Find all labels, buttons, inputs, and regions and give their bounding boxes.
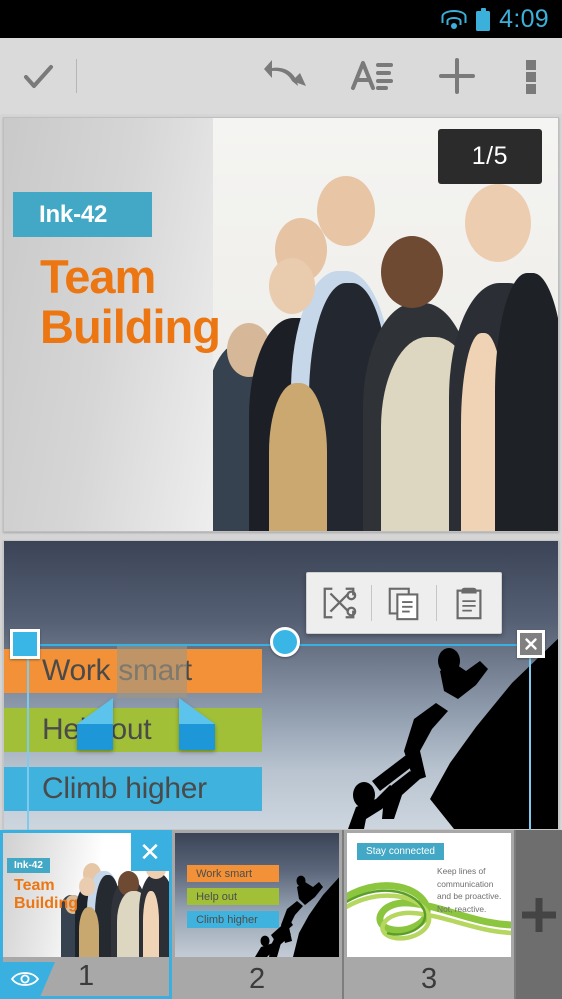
slide-heading-line2: Building (40, 300, 221, 354)
resize-handle[interactable] (10, 629, 40, 659)
undo-button[interactable] (242, 38, 328, 114)
selection-handle-right[interactable] (177, 698, 217, 750)
selection-border-right (529, 644, 531, 830)
status-bar: 4:09 (0, 0, 562, 38)
thumbnail-slide-3-badge: Stay connected (357, 843, 444, 860)
thumbnail-slide-1-badge: Ink-42 (7, 858, 50, 873)
thumbnail-slide-2-line-0: Work smart (196, 867, 253, 880)
add-slide-button[interactable] (516, 830, 562, 999)
slide-heading-line1: Team (40, 250, 156, 303)
thumbnail-slide-3-canvas: Stay connected Keep lines of communicati… (347, 833, 511, 957)
thumbnail-slide-1-heading-line1: Team (14, 877, 55, 894)
wifi-icon (441, 10, 467, 29)
selection-border-left (27, 644, 29, 830)
slide-thumbnail-strip[interactable]: Ink-42 Team Building ✕ 1 Work smart Help… (0, 830, 562, 999)
copy-icon (388, 587, 419, 621)
overflow-menu-icon (526, 60, 536, 94)
cut-button[interactable] (307, 573, 371, 633)
thumbnail-slide-1-heading: Team Building (14, 877, 78, 913)
thumbnail-slide-2-line-1: Help out (196, 890, 238, 903)
add-button[interactable] (414, 38, 500, 114)
overflow-menu-button[interactable] (500, 38, 562, 114)
text-format-icon (351, 61, 393, 90)
plus-icon (522, 897, 556, 932)
battery-icon (476, 7, 491, 31)
thumbnail-slide-3[interactable]: Stay connected Keep lines of communicati… (344, 830, 516, 999)
paste-button[interactable] (437, 573, 501, 633)
thumbnail-slide-2-canvas: Work smart Help out Climb higher (175, 833, 340, 957)
action-bar-divider (76, 59, 77, 93)
paste-icon (456, 587, 482, 620)
thumbnail-slide-3-number: 3 (420, 962, 438, 995)
thumbnail-slide-2-line-2: Climb higher (196, 913, 258, 926)
thumbnail-slide-3-body: Keep lines of communication and be proac… (437, 866, 502, 914)
checkmark-icon (24, 65, 53, 88)
text-context-menu (306, 572, 502, 634)
text-format-button[interactable] (328, 38, 414, 114)
slide-title-badge-label: Ink-42 (39, 200, 108, 228)
plus-icon (439, 58, 475, 94)
cut-icon (323, 587, 357, 619)
status-bar-clock: 4:09 (499, 4, 549, 33)
thumbnail-slide-1-heading-line2: Building (14, 894, 78, 912)
app-root: 4:09 Ink-42 Team Building 1/5 Work Help … (0, 0, 562, 999)
thumbnail-slide-2[interactable]: Work smart Help out Climb higher 2 (172, 830, 345, 999)
delete-object-button[interactable] (517, 630, 545, 658)
thumbnail-slide-1[interactable]: Ink-42 Team Building ✕ 1 (0, 830, 173, 999)
done-button[interactable] (0, 38, 76, 114)
page-indicator: 1/5 (437, 129, 542, 184)
slide-heading: Team Building (40, 250, 280, 354)
eye-icon (10, 972, 40, 986)
copy-button[interactable] (372, 573, 436, 633)
action-bar (0, 38, 562, 114)
selection-handle-left[interactable] (75, 698, 115, 750)
undo-icon (264, 60, 306, 86)
slide-title-badge: Ink-42 (13, 192, 152, 237)
slide-preview[interactable]: Ink-42 Team Building 1/5 (3, 117, 559, 532)
thumbnail-slide-1-canvas: Ink-42 Team Building ✕ (3, 833, 170, 957)
thumbnail-slide-2-number: 2 (248, 962, 266, 995)
rotate-handle[interactable] (270, 627, 300, 657)
close-icon (525, 638, 537, 650)
thumbnail-slide-1-close-button[interactable]: ✕ (131, 833, 170, 871)
